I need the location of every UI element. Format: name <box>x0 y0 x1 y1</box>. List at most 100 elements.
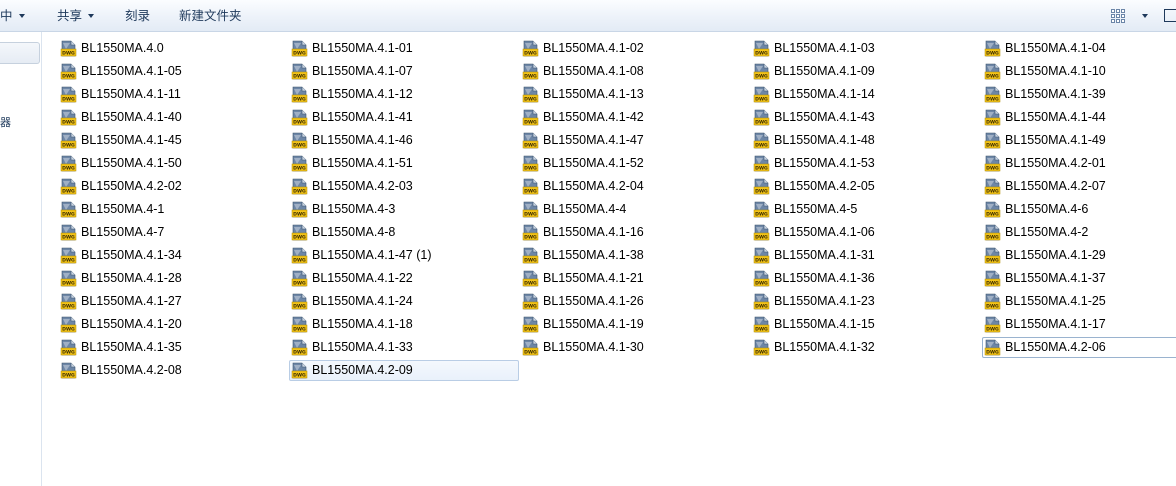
file-item[interactable]: DWG BL1550MA.4.1-01 <box>289 38 519 59</box>
file-name: BL1550MA.4-5 <box>774 202 858 216</box>
file-item[interactable]: DWG BL1550MA.4.1-31 <box>751 245 981 266</box>
file-item[interactable]: DWG BL1550MA.4-6 <box>982 199 1176 220</box>
file-name: BL1550MA.4-6 <box>1005 202 1089 216</box>
file-item[interactable]: DWG BL1550MA.4.1-44 <box>982 107 1176 128</box>
file-item[interactable]: DWG BL1550MA.4-5 <box>751 199 981 220</box>
svg-text:DWG: DWG <box>293 350 306 356</box>
file-item[interactable]: DWG BL1550MA.4.1-29 <box>982 245 1176 266</box>
file-item[interactable]: DWG BL1550MA.4.1-16 <box>520 222 750 243</box>
file-list: DWG BL1550MA.4.0 DWG BL1550MA.4.1-01 DWG BL15… <box>43 32 1176 486</box>
file-item[interactable]: DWG BL1550MA.4.2-09 <box>289 360 519 381</box>
file-item[interactable]: DWG BL1550MA.4.1-53 <box>751 153 981 174</box>
file-name: BL1550MA.4.0 <box>81 41 164 55</box>
dwg-file-icon: DWG <box>522 40 539 57</box>
file-name: BL1550MA.4.1-14 <box>774 87 875 101</box>
file-item[interactable]: DWG BL1550MA.4.1-46 <box>289 130 519 151</box>
file-item[interactable]: DWG BL1550MA.4.1-48 <box>751 130 981 151</box>
file-name: BL1550MA.4.1-44 <box>1005 110 1106 124</box>
file-item[interactable]: DWG BL1550MA.4.1-03 <box>751 38 981 59</box>
file-item[interactable]: DWG BL1550MA.4.1-14 <box>751 84 981 105</box>
file-item[interactable]: DWG BL1550MA.4.1-40 <box>58 107 288 128</box>
file-item[interactable]: DWG BL1550MA.4.1-11 <box>58 84 288 105</box>
file-item[interactable]: DWG BL1550MA.4.1-35 <box>58 337 288 358</box>
file-item[interactable]: DWG BL1550MA.4-3 <box>289 199 519 220</box>
file-item[interactable]: DWG BL1550MA.4.2-06 <box>982 337 1176 358</box>
file-item[interactable]: DWG BL1550MA.4.1-34 <box>58 245 288 266</box>
file-item[interactable]: DWG BL1550MA.4.1-27 <box>58 291 288 312</box>
file-name: BL1550MA.4.2-04 <box>543 179 644 193</box>
file-item[interactable]: DWG BL1550MA.4.1-02 <box>520 38 750 59</box>
file-item[interactable]: DWG BL1550MA.4.2-08 <box>58 360 288 381</box>
file-item[interactable]: DWG BL1550MA.4.1-08 <box>520 61 750 82</box>
share-button[interactable]: 共享 <box>57 0 95 32</box>
file-item[interactable]: DWG BL1550MA.4.1-12 <box>289 84 519 105</box>
nav-selected-item[interactable] <box>0 42 40 64</box>
file-item[interactable]: DWG BL1550MA.4.1-33 <box>289 337 519 358</box>
file-item[interactable]: DWG BL1550MA.4.1-15 <box>751 314 981 335</box>
preview-pane-icon[interactable] <box>1164 9 1176 22</box>
dwg-file-icon: DWG <box>522 155 539 172</box>
file-name: BL1550MA.4-8 <box>312 225 396 239</box>
file-item[interactable]: DWG BL1550MA.4.1-43 <box>751 107 981 128</box>
file-item[interactable]: DWG BL1550MA.4.1-13 <box>520 84 750 105</box>
file-item[interactable]: DWG BL1550MA.4.2-03 <box>289 176 519 197</box>
file-item[interactable]: DWG BL1550MA.4.1-30 <box>520 337 750 358</box>
file-item[interactable]: DWG BL1550MA.4-1 <box>58 199 288 220</box>
file-item[interactable]: DWG BL1550MA.4.1-10 <box>982 61 1176 82</box>
dwg-file-icon: DWG <box>984 40 1001 57</box>
burn-button[interactable]: 刻录 <box>125 0 150 32</box>
new-folder-button[interactable]: 新建文件夹 <box>179 0 242 32</box>
file-item[interactable]: DWG BL1550MA.4.1-17 <box>982 314 1176 335</box>
file-item[interactable]: DWG BL1550MA.4-4 <box>520 199 750 220</box>
file-item[interactable]: DWG BL1550MA.4.1-05 <box>58 61 288 82</box>
file-item[interactable]: DWG BL1550MA.4.1-45 <box>58 130 288 151</box>
file-item[interactable]: DWG BL1550MA.4-2 <box>982 222 1176 243</box>
file-item[interactable]: DWG BL1550MA.4.1-52 <box>520 153 750 174</box>
file-item[interactable]: DWG BL1550MA.4.2-07 <box>982 176 1176 197</box>
file-item[interactable]: DWG BL1550MA.4.1-26 <box>520 291 750 312</box>
file-item[interactable]: DWG BL1550MA.4.1-07 <box>289 61 519 82</box>
file-item[interactable]: DWG BL1550MA.4.1-42 <box>520 107 750 128</box>
file-item[interactable]: DWG BL1550MA.4.1-39 <box>982 84 1176 105</box>
file-item[interactable]: DWG BL1550MA.4.1-37 <box>982 268 1176 289</box>
file-item[interactable]: DWG BL1550MA.4.1-22 <box>289 268 519 289</box>
file-item[interactable]: DWG BL1550MA.4.1-18 <box>289 314 519 335</box>
file-item[interactable]: DWG BL1550MA.4.2-05 <box>751 176 981 197</box>
file-item[interactable]: DWG BL1550MA.4.1-21 <box>520 268 750 289</box>
dwg-file-icon: DWG <box>60 339 77 356</box>
file-item[interactable]: DWG BL1550MA.4.1-50 <box>58 153 288 174</box>
file-item[interactable]: DWG BL1550MA.4.1-41 <box>289 107 519 128</box>
file-item[interactable]: DWG BL1550MA.4.1-23 <box>751 291 981 312</box>
file-name: BL1550MA.4.1-03 <box>774 41 875 55</box>
file-item[interactable]: DWG BL1550MA.4.1-04 <box>982 38 1176 59</box>
organize-label: 中 <box>0 9 13 23</box>
file-item[interactable]: DWG BL1550MA.4.2-02 <box>58 176 288 197</box>
file-name: BL1550MA.4.2-05 <box>774 179 875 193</box>
file-item[interactable]: DWG BL1550MA.4-8 <box>289 222 519 243</box>
file-item[interactable]: DWG BL1550MA.4.0 <box>58 38 288 59</box>
file-item[interactable]: DWG BL1550MA.4.1-47 <box>520 130 750 151</box>
view-options-icon[interactable] <box>1111 9 1125 23</box>
file-item[interactable]: DWG BL1550MA.4-7 <box>58 222 288 243</box>
file-item[interactable]: DWG BL1550MA.4.1-32 <box>751 337 981 358</box>
file-item[interactable]: DWG BL1550MA.4.1-06 <box>751 222 981 243</box>
file-item[interactable]: DWG BL1550MA.4.1-24 <box>289 291 519 312</box>
svg-text:DWG: DWG <box>755 350 768 356</box>
organize-button[interactable]: 中 <box>0 0 25 32</box>
file-item[interactable]: DWG BL1550MA.4.1-28 <box>58 268 288 289</box>
svg-text:DWG: DWG <box>62 51 75 57</box>
view-options-chevron-down-icon[interactable] <box>1142 14 1148 18</box>
file-item[interactable]: DWG BL1550MA.4.2-04 <box>520 176 750 197</box>
file-item[interactable]: DWG BL1550MA.4.1-38 <box>520 245 750 266</box>
file-item[interactable]: DWG BL1550MA.4.1-25 <box>982 291 1176 312</box>
file-item[interactable]: DWG BL1550MA.4.1-49 <box>982 130 1176 151</box>
file-item[interactable]: DWG BL1550MA.4.1-36 <box>751 268 981 289</box>
file-name: BL1550MA.4.1-43 <box>774 110 875 124</box>
file-item[interactable]: DWG BL1550MA.4.2-01 <box>982 153 1176 174</box>
file-item[interactable]: DWG BL1550MA.4.1-19 <box>520 314 750 335</box>
nav-item-label[interactable]: 器 <box>0 114 11 130</box>
file-item[interactable]: DWG BL1550MA.4.1-09 <box>751 61 981 82</box>
file-item[interactable]: DWG BL1550MA.4.1-51 <box>289 153 519 174</box>
file-item[interactable]: DWG BL1550MA.4.1-47 (1) <box>289 245 519 266</box>
file-item[interactable]: DWG BL1550MA.4.1-20 <box>58 314 288 335</box>
